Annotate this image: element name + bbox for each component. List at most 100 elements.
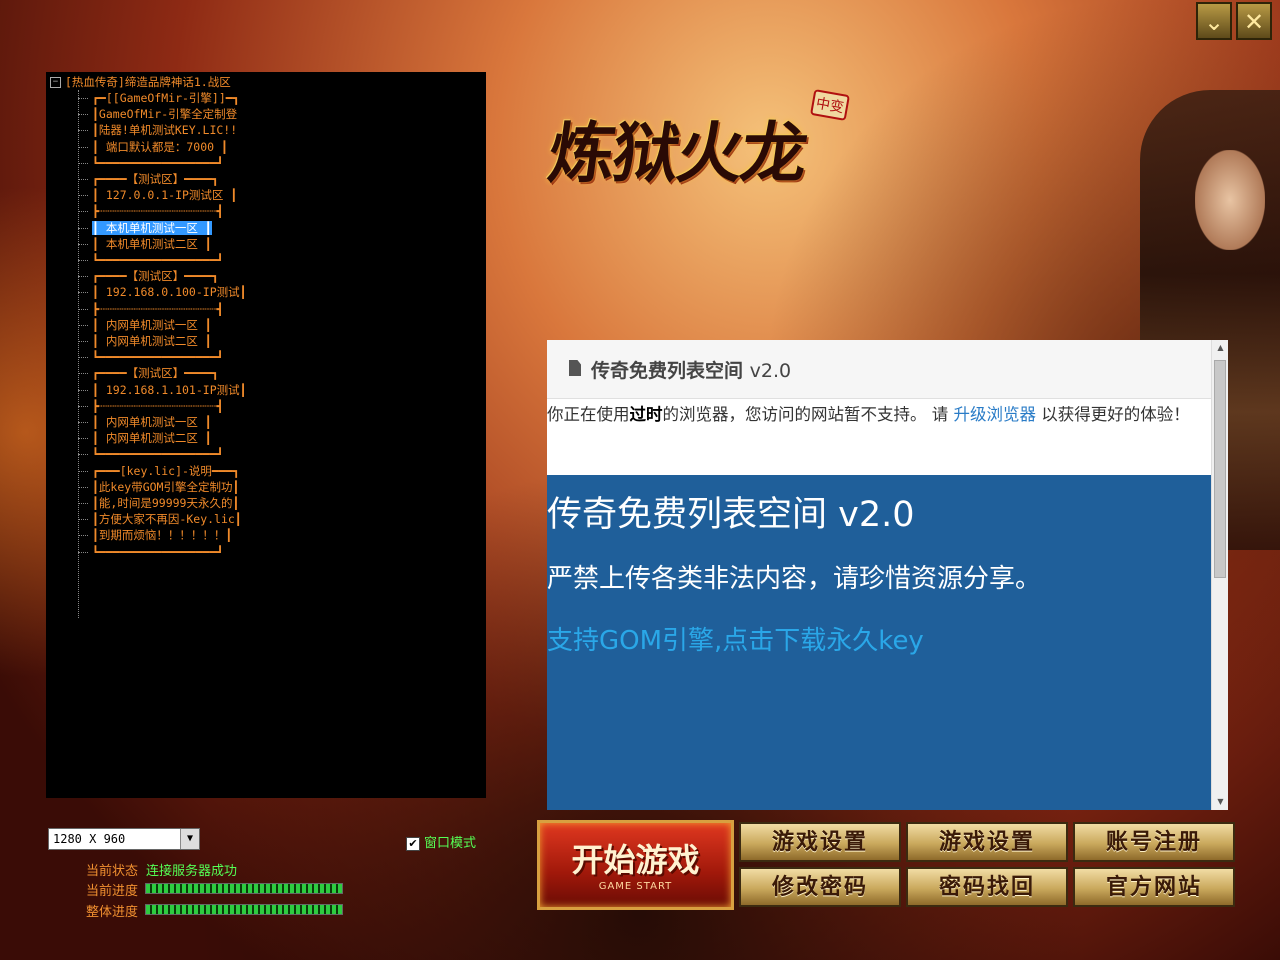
tree-connector	[78, 454, 88, 456]
server-list-item-label: ┏━━━[key.lic]-说明━━━┓	[92, 463, 240, 478]
server-list-item[interactable]: ┃ 内网单机测试二区 ┃	[78, 430, 212, 446]
server-list-item[interactable]: ┗━━━━━━━━━━━━━━━━━┛	[78, 544, 224, 560]
server-list-item[interactable]: ┏━[[GameOfMir-引擎]]━┓	[78, 90, 240, 106]
server-list-item[interactable]: ┏━━━[key.lic]-说明━━━┓	[78, 463, 240, 479]
server-list-item[interactable]: ┃到期而烦恼！！！！！！┃	[78, 527, 232, 543]
server-list-item-label: ┏━━━━【测试区】━━━━┓	[92, 172, 219, 186]
game-settings-button[interactable]: 游戏设置	[739, 822, 901, 862]
game-logo: 炼狱火龙	[543, 114, 811, 192]
checkbox-icon[interactable]: ✔	[406, 836, 420, 851]
change-password-button[interactable]: 修改密码	[739, 867, 901, 907]
upgrade-browser-link[interactable]: 升级浏览器	[954, 405, 1037, 424]
server-list-item[interactable]: ┗━━━━━━━━━━━━━━━━━┛	[78, 252, 224, 268]
window-mode-checkbox[interactable]: ✔ 窗口模式	[406, 832, 476, 851]
tree-connector	[78, 503, 88, 504]
server-tree[interactable]: − [热血传奇]缔造品牌神话1.战区 ┏━[[GameOfMir-引擎]]━┓ ┃G…	[46, 72, 486, 798]
server-list-item[interactable]: ┃ 内网单机测试一区 ┃	[78, 414, 212, 430]
server-list-item-label: ┃此key带GOM引擎全定制功┃	[92, 479, 240, 494]
tree-connector	[78, 389, 88, 391]
scroll-up-icon[interactable]: ▲	[1212, 340, 1228, 356]
minimize-button[interactable]: ⌄	[1196, 2, 1232, 40]
server-list-item[interactable]: ┃ 192.168.1.101-IP测试┃	[78, 382, 247, 398]
server-list-item[interactable]: ┏━━━━【测试区】━━━━┓	[78, 365, 219, 381]
notice-text-2: 的浏览器，您访问的网站暂不支持。 请	[662, 405, 954, 424]
tree-root-label: [热血传奇]缔造品牌神话1.战区	[65, 75, 231, 89]
server-list-item[interactable]: ┃能,时间是99999天永久的┃	[78, 495, 239, 511]
status-label: 当前状态	[86, 864, 139, 879]
notice-bold: 过时	[629, 405, 663, 424]
server-list-item-label: ┃ 192.168.0.100-IP测试┃	[92, 285, 247, 300]
server-list-item-label: ┃GameOfMir-引擎全定制登	[92, 107, 238, 122]
server-list-item[interactable]: ┃陆器!单机测试KEY.LIC!!	[78, 122, 237, 138]
server-list-item-label: ┃ 内网单机测试一区 ┃	[92, 415, 212, 429]
scroll-down-icon[interactable]: ▼	[1212, 794, 1228, 810]
server-list-item[interactable]: ┃ 本机单机测试一区 ┃	[78, 220, 212, 236]
document-icon	[569, 360, 581, 376]
chevron-down-icon[interactable]: ▼	[180, 829, 199, 849]
tree-connector	[78, 470, 88, 472]
tree-connector	[78, 114, 88, 116]
resolution-value: 1280 X 960	[53, 832, 126, 846]
notice-text-1: 你正在使用	[547, 405, 630, 424]
server-list-item-label: ┗━━━━━━━━━━━━━━━━━┛	[92, 350, 224, 365]
server-list-item-label: ┗━━━━━━━━━━━━━━━━━┛	[92, 447, 224, 462]
server-list-item-label: ┏━━━━【测试区】━━━━┓	[92, 366, 219, 381]
close-button[interactable]: ✕	[1236, 2, 1272, 40]
tree-connector	[78, 146, 88, 148]
start-game-sublabel: GAME START	[598, 881, 673, 892]
server-list-item[interactable]: ┣┈┈┈┈┈┈┈┈┈┈┈┈┈┈┈┈┈┫	[78, 398, 224, 414]
official-site-button[interactable]: 官方网站	[1073, 867, 1235, 907]
server-list-item[interactable]: ┣┈┈┈┈┈┈┈┈┈┈┈┈┈┈┈┈┈┫	[78, 203, 224, 219]
server-list-item-label: ┏━━━━【测试区】━━━━┓	[92, 269, 219, 284]
progress-fill-total	[146, 905, 342, 914]
collapse-icon[interactable]: −	[50, 77, 61, 88]
recover-password-button[interactable]: 密码找回	[906, 867, 1068, 907]
tree-connector	[78, 292, 88, 294]
server-list-item[interactable]: ┗━━━━━━━━━━━━━━━━━┛	[78, 349, 224, 365]
browser-scrollbar[interactable]: ▲ ▼	[1211, 340, 1228, 810]
news-browser[interactable]: 传奇免费列表空间 v2.0 你正在使用过时的浏览器，您访问的网站暂不支持。 请 …	[547, 340, 1228, 810]
server-list-item[interactable]: ┃ 本机单机测试二区 ┃	[78, 236, 212, 252]
server-list-item[interactable]: ┃ 内网单机测试二区 ┃	[78, 333, 212, 349]
tree-connector	[78, 486, 88, 488]
progress2-label: 整体进度	[86, 905, 139, 920]
server-list-item[interactable]: ┃此key带GOM引擎全定制功┃	[78, 479, 239, 495]
start-game-label: 开始游戏	[571, 841, 700, 879]
resolution-select[interactable]: 1280 X 960 ▼	[48, 828, 200, 850]
server-list-item[interactable]: ┃ 127.0.0.1-IP测试区 ┃	[78, 187, 237, 203]
tree-connector	[78, 438, 88, 440]
server-list-item-label: ┃ 本机单机测试一区 ┃	[92, 220, 212, 235]
server-list-item-label: ┣┈┈┈┈┈┈┈┈┈┈┈┈┈┈┈┈┈┫	[92, 398, 224, 413]
server-list-item-label: ┣┈┈┈┈┈┈┈┈┈┈┈┈┈┈┈┈┈┫	[92, 204, 224, 219]
download-key-link[interactable]: 支持GOM引擎,点击下载永久key	[547, 620, 1211, 657]
server-list-item[interactable]: ┃ 端口默认都是：7000 ┃	[78, 139, 228, 155]
server-list-item[interactable]: ┃方便大家不再因-Key.lic┃	[78, 511, 242, 527]
server-list-item[interactable]: ┗━━━━━━━━━━━━━━━━━┛	[78, 446, 224, 462]
hero-title: 传奇免费列表空间 v2.0	[547, 495, 915, 535]
tree-root[interactable]: − [热血传奇]缔造品牌神话1.战区	[50, 74, 231, 90]
server-list-item[interactable]: ┗━━━━━━━━━━━━━━━━━┛	[78, 155, 224, 171]
tree-connector	[78, 551, 88, 553]
hero-subtitle: 严禁上传各类非法内容，请珍惜资源分享。	[547, 564, 1042, 594]
server-list-item[interactable]: ┣┈┈┈┈┈┈┈┈┈┈┈┈┈┈┈┈┈┫	[78, 301, 224, 317]
register-account-button[interactable]: 账号注册	[1073, 822, 1235, 862]
game-settings-button-2[interactable]: 游戏设置	[906, 822, 1068, 862]
server-list-item-label: ┗━━━━━━━━━━━━━━━━━┛	[92, 253, 224, 267]
start-game-button[interactable]: 开始游戏 GAME START	[537, 820, 734, 910]
tree-connector	[78, 260, 88, 261]
server-list-item-label: ┃ 内网单机测试一区 ┃	[92, 317, 212, 332]
tree-connector	[78, 519, 88, 521]
server-list-item[interactable]: ┏━━━━【测试区】━━━━┓	[78, 171, 219, 187]
server-list-item[interactable]: ┃ 内网单机测试一区 ┃	[78, 317, 212, 333]
tree-connector	[78, 357, 88, 359]
tree-connector	[78, 276, 88, 278]
server-list-item[interactable]: ┏━━━━【测试区】━━━━┓	[78, 268, 219, 284]
server-list-item-label: ┃ 端口默认都是：7000 ┃	[92, 139, 228, 154]
server-list-item[interactable]: ┃ 192.168.0.100-IP测试┃	[78, 284, 247, 300]
progress-fill-current	[146, 884, 342, 893]
browser-title: 传奇免费列表空间 v2.0	[591, 356, 791, 383]
outdated-browser-notice: 你正在使用过时的浏览器，您访问的网站暂不支持。 请 升级浏览器 以获得更好的体验…	[547, 400, 1207, 429]
server-list-item[interactable]: ┃GameOfMir-引擎全定制登	[78, 106, 237, 122]
scrollbar-thumb[interactable]	[1214, 360, 1226, 578]
tree-connector	[78, 211, 88, 213]
